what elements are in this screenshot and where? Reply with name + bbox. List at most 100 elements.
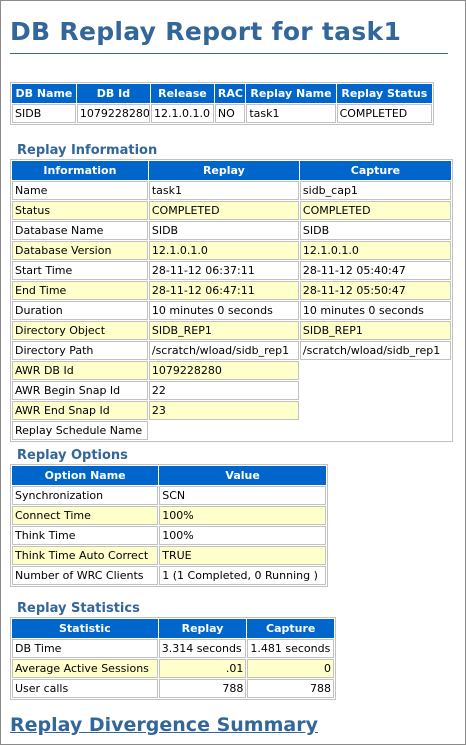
column-header: Replay — [148, 161, 299, 180]
column-header: Statistic — [12, 619, 158, 638]
replay-divergence-summary-link[interactable]: Replay Divergence Summary — [10, 714, 318, 736]
column-header: Capture — [299, 161, 451, 180]
table-row: User calls 788 788 — [12, 679, 334, 698]
replay-statistics-table: Statistic Replay Capture DB Time 3.314 seco… — [10, 617, 336, 700]
table-row: Name task1 sidb_cap1 — [12, 181, 451, 200]
replay-options-heading: Replay Options — [17, 448, 128, 463]
table-cell: 100% — [159, 506, 326, 525]
column-header: Information — [12, 161, 148, 180]
table-row: Replay Schedule Name — [12, 421, 451, 440]
table-row: Number of WRC Clients 1 (1 Completed, 0 R… — [12, 566, 326, 585]
column-header: RAC — [214, 84, 246, 103]
table-cell: Database Version — [12, 241, 148, 260]
table-cell: Number of WRC Clients — [12, 566, 159, 585]
column-header: Replay Status — [336, 84, 432, 103]
table-cell: End Time — [12, 281, 148, 300]
table-cell: 1 (1 Completed, 0 Running ) — [159, 566, 326, 585]
table-row: Think Time Auto Correct TRUE — [12, 546, 326, 565]
table-cell: Database Name — [12, 221, 148, 240]
replay-statistics-heading: Replay Statistics — [17, 601, 140, 616]
table-cell: 28-11-12 06:47:11 — [148, 281, 299, 300]
table-cell: 12.1.0.1.0 — [150, 104, 214, 123]
table-cell: 28-11-12 06:37:11 — [148, 261, 299, 280]
table-cell: 28-11-12 05:50:47 — [299, 281, 451, 300]
table-cell: 10 minutes 0 seconds — [299, 301, 451, 320]
table-cell: 1079228280 — [76, 104, 150, 123]
table-cell: 22 — [148, 381, 299, 400]
column-header: Capture — [247, 619, 334, 638]
table-cell: 1.481 seconds — [247, 639, 334, 658]
table-row: AWR DB Id 1079228280 — [12, 361, 451, 380]
table-cell: 28-11-12 05:40:47 — [299, 261, 451, 280]
replay-options-table: Option Name Value Synchronization SCN Conne… — [10, 464, 328, 587]
table-row: AWR End Snap Id 23 — [12, 401, 451, 420]
table-cell: 10 minutes 0 seconds — [148, 301, 299, 320]
table-cell: task1 — [148, 181, 299, 200]
table-cell — [148, 421, 299, 440]
table-cell: DB Time — [12, 639, 158, 658]
table-row: Directory Object SIDB_REP1 SIDB_REP1 — [12, 321, 451, 340]
table-row: End Time 28-11-12 06:47:11 28-11-12 05:50:… — [12, 281, 451, 300]
table-cell: 788 — [247, 679, 334, 698]
table-cell: SIDB — [299, 221, 451, 240]
column-header: Value — [159, 466, 326, 485]
column-header: Option Name — [12, 466, 159, 485]
table-cell: 788 — [158, 679, 247, 698]
table-cell: Synchronization — [12, 486, 159, 505]
table-cell: SIDB — [12, 104, 76, 123]
replay-options-header-row: Option Name Value — [12, 466, 326, 485]
table-cell: task1 — [246, 104, 336, 123]
table-cell: COMPLETED — [336, 104, 432, 123]
table-cell: COMPLETED — [148, 201, 299, 220]
table-row: Duration 10 minutes 0 seconds 10 minutes 0… — [12, 301, 451, 320]
table-cell: Name — [12, 181, 148, 200]
table-cell: NO — [214, 104, 246, 123]
table-cell: 12.1.0.1.0 — [148, 241, 299, 260]
page-title: DB Replay Report for task1 — [10, 17, 402, 46]
table-cell: Think Time Auto Correct — [12, 546, 159, 565]
table-row: Database Version 12.1.0.1.0 12.1.0.1.0 — [12, 241, 451, 260]
table-cell: Think Time — [12, 526, 159, 545]
table-row: AWR Begin Snap Id 22 — [12, 381, 451, 400]
table-cell: SIDB_REP1 — [148, 321, 299, 340]
table-row: Status COMPLETED COMPLETED — [12, 201, 451, 220]
replay-information-header-row: Information Replay Capture — [12, 161, 451, 180]
column-header: Release — [150, 84, 214, 103]
column-header: Replay Name — [246, 84, 336, 103]
table-cell: Duration — [12, 301, 148, 320]
table-row: Start Time 28-11-12 06:37:11 28-11-12 05:4… — [12, 261, 451, 280]
table-cell: SIDB_REP1 — [299, 321, 451, 340]
table-cell: AWR Begin Snap Id — [12, 381, 148, 400]
table-cell: TRUE — [159, 546, 326, 565]
table-cell — [299, 361, 451, 380]
table-cell: /scratch/wload/sidb_rep1 — [299, 341, 451, 360]
table-cell: Connect Time — [12, 506, 159, 525]
table-cell: Status — [12, 201, 148, 220]
table-row: SIDB 1079228280 12.1.0.1.0 NO task1 COMPLETED — [12, 104, 432, 123]
table-row: Average Active Sessions .01 0 — [12, 659, 334, 678]
column-header: Replay — [158, 619, 247, 638]
replay-information-table: Information Replay Capture Name task1 sidb_c… — [10, 159, 453, 442]
table-row: Think Time 100% — [12, 526, 326, 545]
table-cell: sidb_cap1 — [299, 181, 451, 200]
table-cell: AWR DB Id — [12, 361, 148, 380]
table-cell: Directory Object — [12, 321, 148, 340]
table-row: Synchronization SCN — [12, 486, 326, 505]
table-row: Directory Path/scratch/wload/sidb_rep1/s… — [12, 341, 451, 360]
table-cell: /scratch/wload/sidb_rep1 — [148, 341, 299, 360]
table-cell: 0 — [247, 659, 334, 678]
table-cell — [299, 401, 451, 420]
table-cell: SIDB — [148, 221, 299, 240]
table-cell: SCN — [159, 486, 326, 505]
summary-table: DB Name DB Id Release RAC Replay Name Replay … — [10, 82, 434, 125]
replay-information-heading: Replay Information — [17, 143, 158, 158]
table-cell: Replay Schedule Name — [12, 421, 148, 440]
title-divider — [10, 53, 448, 54]
replay-statistics-header-row: Statistic Replay Capture — [12, 619, 334, 638]
table-cell: .01 — [158, 659, 247, 678]
table-cell: Start Time — [12, 261, 148, 280]
table-row: Database Name SIDB SIDB — [12, 221, 451, 240]
table-cell — [299, 381, 451, 400]
table-cell — [299, 421, 451, 440]
table-cell: 1079228280 — [148, 361, 299, 380]
